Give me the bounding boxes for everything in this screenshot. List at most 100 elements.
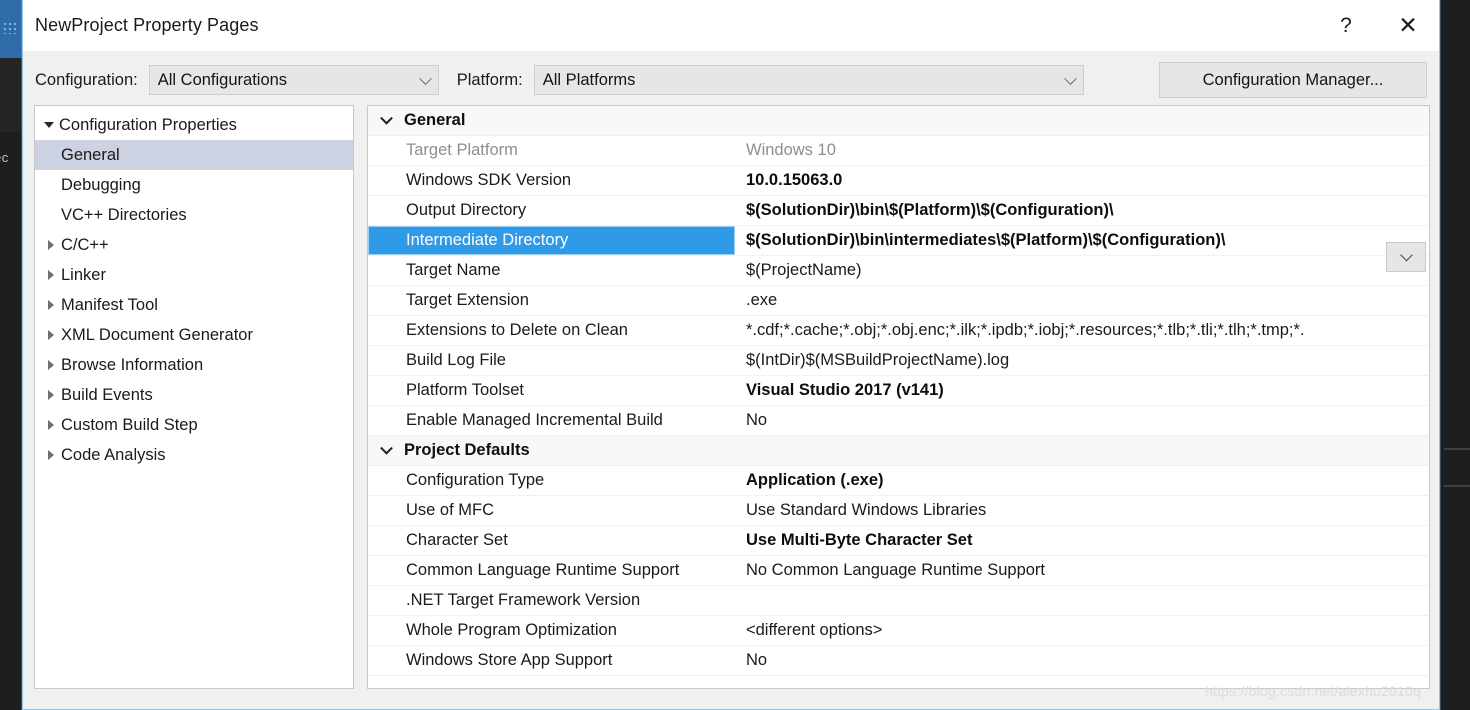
watermark-text: https://blog.csdn.net/alexhu2010q	[1205, 683, 1421, 699]
property-row[interactable]: Intermediate Directory $(SolutionDir)\bin…	[368, 226, 1429, 256]
property-value[interactable]: <different options>	[736, 616, 1429, 645]
tree-item-code-analysis[interactable]: Code Analysis	[35, 440, 353, 470]
property-row[interactable]: Target Platform Windows 10	[368, 136, 1429, 166]
tree-item-linker[interactable]: Linker	[35, 260, 353, 290]
triangle-right-icon[interactable]	[41, 240, 61, 250]
property-value[interactable]: No	[736, 646, 1429, 675]
shell-dots-icon	[3, 22, 19, 34]
tree-item-build-events[interactable]: Build Events	[35, 380, 353, 410]
triangle-right-glyph	[48, 240, 54, 250]
chevron-down-icon	[1063, 72, 1077, 86]
property-row[interactable]: Target Name $(ProjectName)	[368, 256, 1429, 286]
section-header-project-defaults[interactable]: Project Defaults	[368, 436, 1429, 466]
property-row[interactable]: Common Language Runtime Support No Common…	[368, 556, 1429, 586]
property-name[interactable]: Target Extension	[368, 286, 736, 315]
triangle-right-glyph	[48, 390, 54, 400]
property-name[interactable]: Target Name	[368, 256, 736, 285]
triangle-right-icon[interactable]	[41, 270, 61, 280]
property-name[interactable]: Intermediate Directory	[368, 226, 736, 255]
shell-vertical-tab-label: ec	[0, 150, 9, 165]
property-name[interactable]: Configuration Type	[368, 466, 736, 495]
property-row[interactable]: Target Extension .exe	[368, 286, 1429, 316]
tree-item-browse-information[interactable]: Browse Information	[35, 350, 353, 380]
triangle-right-icon[interactable]	[41, 390, 61, 400]
tree-item-c-c[interactable]: C/C++	[35, 230, 353, 260]
property-row[interactable]: Configuration Type Application (.exe)	[368, 466, 1429, 496]
property-row[interactable]: Build Log File $(IntDir)$(MSBuildProjectN…	[368, 346, 1429, 376]
property-value[interactable]: Visual Studio 2017 (v141)	[736, 376, 1429, 405]
property-row[interactable]: Use of MFC Use Standard Windows Libraries	[368, 496, 1429, 526]
tree-item-configuration-properties[interactable]: Configuration Properties	[35, 110, 353, 140]
property-value[interactable]: $(ProjectName)	[736, 256, 1429, 285]
property-name[interactable]: Common Language Runtime Support	[368, 556, 736, 585]
tree-item-label: Configuration Properties	[59, 115, 237, 134]
property-row[interactable]: Whole Program Optimization <different opt…	[368, 616, 1429, 646]
intermediate-directory-value-dropdown[interactable]	[1386, 242, 1426, 272]
property-name[interactable]: Enable Managed Incremental Build	[368, 406, 736, 435]
triangle-right-icon[interactable]	[41, 360, 61, 370]
tree-item-debugging[interactable]: Debugging	[35, 170, 353, 200]
property-name[interactable]: Build Log File	[368, 346, 736, 375]
triangle-down-icon[interactable]	[39, 122, 59, 128]
property-row[interactable]: Windows Store App Support No	[368, 646, 1429, 676]
tree-item-label: Manifest Tool	[61, 295, 158, 314]
help-button[interactable]: ?	[1315, 0, 1377, 51]
tree-item-general[interactable]: General	[35, 140, 353, 170]
triangle-right-glyph	[48, 270, 54, 280]
property-row[interactable]: Windows SDK Version 10.0.15063.0	[368, 166, 1429, 196]
property-value[interactable]: 10.0.15063.0	[736, 166, 1429, 195]
property-name[interactable]: Windows Store App Support	[368, 646, 736, 675]
property-row[interactable]: Platform Toolset Visual Studio 2017 (v141…	[368, 376, 1429, 406]
triangle-right-icon[interactable]	[41, 300, 61, 310]
triangle-right-icon[interactable]	[41, 330, 61, 340]
tree-item-xml-document-generator[interactable]: XML Document Generator	[35, 320, 353, 350]
property-value[interactable]: $(SolutionDir)\bin\intermediates\$(Platf…	[736, 226, 1429, 255]
property-row[interactable]: Character Set Use Multi-Byte Character Se…	[368, 526, 1429, 556]
dialog-title: NewProject Property Pages	[35, 15, 259, 35]
property-name[interactable]: Platform Toolset	[368, 376, 736, 405]
property-name[interactable]: Output Directory	[368, 196, 736, 225]
configuration-label: Configuration:	[35, 70, 138, 89]
configuration-manager-button[interactable]: Configuration Manager...	[1159, 62, 1427, 98]
property-value[interactable]: $(IntDir)$(MSBuildProjectName).log	[736, 346, 1429, 375]
property-name[interactable]: Target Platform	[368, 136, 736, 165]
configuration-properties-tree[interactable]: Configuration Properties General Debugging…	[34, 105, 354, 689]
triangle-right-glyph	[48, 300, 54, 310]
property-row[interactable]: Output Directory $(SolutionDir)\bin\$(Pla…	[368, 196, 1429, 226]
platform-dropdown[interactable]: All Platforms	[533, 65, 1084, 95]
property-row[interactable]: .NET Target Framework Version	[368, 586, 1429, 616]
property-pages-dialog: NewProject Property Pages ? ✕ Configurat…	[22, 0, 1440, 710]
property-name[interactable]: Use of MFC	[368, 496, 736, 525]
property-grid[interactable]: General Target Platform Windows 10 Windows …	[367, 105, 1430, 689]
chevron-down-icon[interactable]	[368, 441, 404, 455]
tree-item-custom-build-step[interactable]: Custom Build Step	[35, 410, 353, 440]
tree-item-label: VC++ Directories	[61, 205, 187, 224]
triangle-right-icon[interactable]	[41, 420, 61, 430]
chevron-down-icon	[1399, 248, 1413, 261]
property-name[interactable]: .NET Target Framework Version	[368, 586, 736, 615]
section-header-general[interactable]: General	[368, 106, 1429, 136]
property-value[interactable]: Application (.exe)	[736, 466, 1429, 495]
property-value[interactable]: No	[736, 406, 1429, 435]
property-row[interactable]: Extensions to Delete on Clean *.cdf;*.cac…	[368, 316, 1429, 346]
property-value[interactable]: Windows 10	[736, 136, 1429, 165]
tree-item-manifest-tool[interactable]: Manifest Tool	[35, 290, 353, 320]
property-name[interactable]: Extensions to Delete on Clean	[368, 316, 736, 345]
tree-item-vc-directories[interactable]: VC++ Directories	[35, 200, 353, 230]
configuration-dropdown[interactable]: All Configurations	[148, 65, 439, 95]
close-button[interactable]: ✕	[1377, 0, 1439, 51]
property-value[interactable]: $(SolutionDir)\bin\$(Platform)\$(Configu…	[736, 196, 1429, 225]
property-name[interactable]: Windows SDK Version	[368, 166, 736, 195]
property-value[interactable]: Use Multi-Byte Character Set	[736, 526, 1429, 555]
property-value[interactable]: *.cdf;*.cache;*.obj;*.obj.enc;*.ilk;*.ip…	[736, 316, 1429, 345]
property-value[interactable]	[736, 586, 1429, 615]
triangle-right-icon[interactable]	[41, 450, 61, 460]
property-name[interactable]: Character Set	[368, 526, 736, 555]
property-value[interactable]: .exe	[736, 286, 1429, 315]
property-value[interactable]: Use Standard Windows Libraries	[736, 496, 1429, 525]
property-row[interactable]: Enable Managed Incremental Build No	[368, 406, 1429, 436]
property-name[interactable]: Whole Program Optimization	[368, 616, 736, 645]
property-value[interactable]: No Common Language Runtime Support	[736, 556, 1429, 585]
triangle-right-glyph	[48, 330, 54, 340]
chevron-down-icon[interactable]	[368, 111, 404, 125]
